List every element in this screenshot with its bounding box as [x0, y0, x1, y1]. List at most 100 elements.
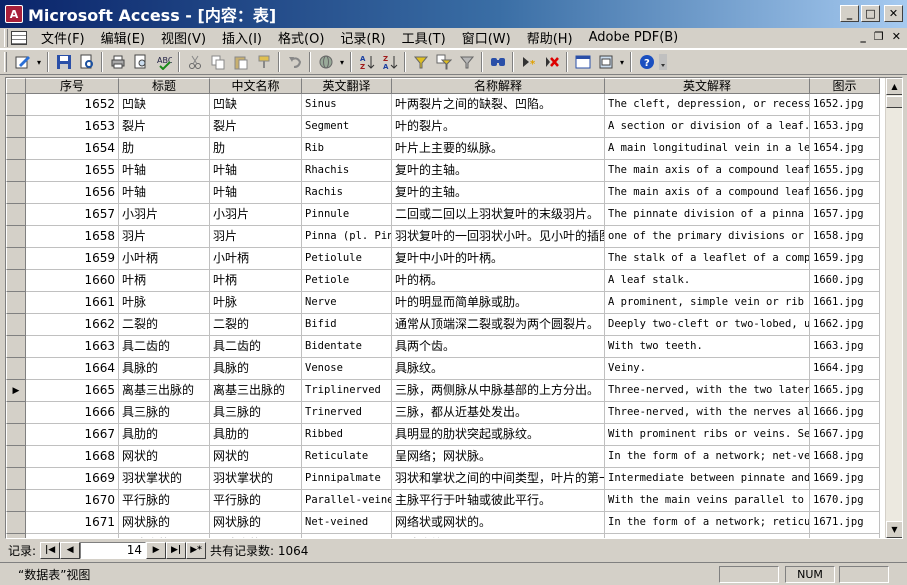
cell-chinese-name[interactable]: 羽片: [210, 226, 302, 248]
record-selector[interactable]: [6, 226, 26, 248]
format-painter-icon[interactable]: [252, 51, 275, 73]
cell-title[interactable]: 网状的: [119, 446, 210, 468]
cell-chinese-name[interactable]: 平行脉的: [210, 490, 302, 512]
cell-seq[interactable]: 1652: [26, 94, 119, 116]
cell-english-explanation[interactable]: Deeply two-cleft or two-lobed, usu: [605, 314, 810, 336]
scroll-thumb[interactable]: [886, 96, 902, 108]
table-row[interactable]: 1652 凹缺 凹缺 Sinus 叶两裂片之间的缺裂、凹陷。 The cleft, dep…: [6, 94, 880, 116]
mdi-restore-button[interactable]: ❐: [874, 30, 884, 43]
cell-english-translation[interactable]: Triplinerved: [302, 380, 392, 402]
print-preview-icon[interactable]: [129, 51, 152, 73]
record-selector[interactable]: [6, 358, 26, 380]
undo-icon[interactable]: [283, 51, 306, 73]
record-selector[interactable]: [6, 138, 26, 160]
cell-seq[interactable]: 1657: [26, 204, 119, 226]
cell-chinese-name[interactable]: 离基三出脉的: [210, 380, 302, 402]
cell-english-translation[interactable]: Petiolule: [302, 248, 392, 270]
record-selector[interactable]: [6, 94, 26, 116]
apply-filter-icon[interactable]: [455, 51, 478, 73]
cell-english-explanation[interactable]: A prominent, simple vein or rib o: [605, 292, 810, 314]
table-row[interactable]: 1666 具三脉的 具三脉的 Trinerved 三脉，都从近基处发出。 Three-ne…: [6, 402, 880, 424]
minimize-button[interactable]: _: [840, 5, 859, 22]
cell-english-translation[interactable]: Net-veined: [302, 512, 392, 534]
cell-seq[interactable]: 1670: [26, 490, 119, 512]
cell-english-translation[interactable]: Rhachis: [302, 160, 392, 182]
cell-name-explanation[interactable]: 叶的明显而简单脉或肋。: [392, 292, 605, 314]
record-selector[interactable]: [6, 468, 26, 490]
column-header-title[interactable]: 标题: [119, 78, 210, 94]
design-view-icon[interactable]: [11, 51, 34, 73]
cell-seq[interactable]: 1653: [26, 116, 119, 138]
table-row[interactable]: 1663 具二齿的 具二齿的 Bidentate 具两个齿。 With two teeth…: [6, 336, 880, 358]
cell-name-explanation[interactable]: 具明显的肋状突起或脉纹。: [392, 424, 605, 446]
cell-illustration[interactable]: 1670.jpg: [810, 490, 880, 512]
cell-chinese-name[interactable]: 网状脉的: [210, 512, 302, 534]
cell-english-explanation[interactable]: In the form of a network; reticula: [605, 512, 810, 534]
next-record-button[interactable]: ▶: [146, 541, 167, 559]
record-selector[interactable]: [6, 402, 26, 424]
cell-chinese-name[interactable]: 网状的: [210, 446, 302, 468]
cell-english-explanation[interactable]: The pinnate division of a pinna in: [605, 204, 810, 226]
table-row[interactable]: 1657 小羽片 小羽片 Pinnule 二回或二回以上羽状复叶的末级羽片。 The pi…: [6, 204, 880, 226]
table-row[interactable]: 1671 网状脉的 网状脉的 Net-veined 网络状或网状的。 In the for…: [6, 512, 880, 534]
close-button[interactable]: ✕: [884, 5, 903, 22]
cell-english-translation[interactable]: Parallel-veined: [302, 490, 392, 512]
cell-english-translation[interactable]: Reticulate: [302, 446, 392, 468]
menu-help[interactable]: 帮助(H): [519, 28, 581, 47]
cell-illustration[interactable]: 1658.jpg: [810, 226, 880, 248]
cell-english-translation[interactable]: Ribbed: [302, 424, 392, 446]
cell-name-explanation[interactable]: 主脉平行于叶轴或彼此平行。: [392, 490, 605, 512]
cell-illustration[interactable]: 1660.jpg: [810, 270, 880, 292]
cell-chinese-name[interactable]: 叶轴: [210, 182, 302, 204]
cell-english-translation[interactable]: Rachis: [302, 182, 392, 204]
cell-seq[interactable]: 1667: [26, 424, 119, 446]
column-header-english-explanation[interactable]: 英文解释: [605, 78, 810, 94]
filter-by-form-icon[interactable]: [432, 51, 455, 73]
cell-title[interactable]: 具三脉的: [119, 402, 210, 424]
filter-by-selection-icon[interactable]: [409, 51, 432, 73]
database-window-icon[interactable]: [571, 51, 594, 73]
find-icon[interactable]: [486, 51, 509, 73]
cell-seq[interactable]: 1666: [26, 402, 119, 424]
cell-chinese-name[interactable]: 具三脉的: [210, 402, 302, 424]
cell-title[interactable]: 具肋脉的: [119, 534, 210, 538]
table-row[interactable]: 1656 叶轴 叶轴 Rachis 复叶的主轴。 The main axis of a c…: [6, 182, 880, 204]
cell-chinese-name[interactable]: 叶脉: [210, 292, 302, 314]
save-icon[interactable]: [52, 51, 75, 73]
cell-illustration[interactable]: 1653.jpg: [810, 116, 880, 138]
file-search-icon[interactable]: [75, 51, 98, 73]
cell-title[interactable]: 网状脉的: [119, 512, 210, 534]
record-selector[interactable]: [6, 160, 26, 182]
maximize-button[interactable]: □: [861, 5, 880, 22]
record-selector[interactable]: [6, 534, 26, 538]
cell-chinese-name[interactable]: 具肋的: [210, 424, 302, 446]
cell-name-explanation[interactable]: 羽状和掌状之间的中间类型，叶片的第一: [392, 468, 605, 490]
cell-english-translation[interactable]: Venose: [302, 358, 392, 380]
cell-illustration[interactable]: 1659.jpg: [810, 248, 880, 270]
cell-english-translation[interactable]: Bidentate: [302, 336, 392, 358]
cell-name-explanation[interactable]: 三脉，都从近基处发出。: [392, 402, 605, 424]
cell-english-explanation[interactable]: Intermediate between pinnate and p: [605, 468, 810, 490]
cell-chinese-name[interactable]: 二裂的: [210, 314, 302, 336]
cell-illustration[interactable]: 1652.jpg: [810, 94, 880, 116]
cell-seq[interactable]: 1660: [26, 270, 119, 292]
column-header-english-translation[interactable]: 英文翻译: [302, 78, 392, 94]
cell-english-explanation[interactable]: The main axis of a compound leaf.: [605, 160, 810, 182]
cell-english-translation[interactable]: Segment: [302, 116, 392, 138]
current-record-input[interactable]: 14: [80, 541, 147, 559]
cell-illustration[interactable]: 1663.jpg: [810, 336, 880, 358]
cell-english-translation[interactable]: Bifid: [302, 314, 392, 336]
cell-chinese-name[interactable]: 肋: [210, 138, 302, 160]
cell-title[interactable]: 裂片: [119, 116, 210, 138]
cell-english-translation[interactable]: Trinerved: [302, 402, 392, 424]
cell-title[interactable]: 叶脉: [119, 292, 210, 314]
cell-english-explanation[interactable]: A leaf stalk.: [605, 270, 810, 292]
cell-english-explanation[interactable]: Three-nerved, with the nerves all: [605, 402, 810, 424]
cell-name-explanation[interactable]: 网络状或网状的。: [392, 512, 605, 534]
cell-illustration[interactable]: 1655.jpg: [810, 160, 880, 182]
cell-chinese-name[interactable]: 具二齿的: [210, 336, 302, 358]
cell-seq[interactable]: 1655: [26, 160, 119, 182]
spellcheck-icon[interactable]: ABC: [152, 51, 175, 73]
record-selector[interactable]: [6, 314, 26, 336]
column-header-seq[interactable]: 序号: [26, 78, 119, 94]
